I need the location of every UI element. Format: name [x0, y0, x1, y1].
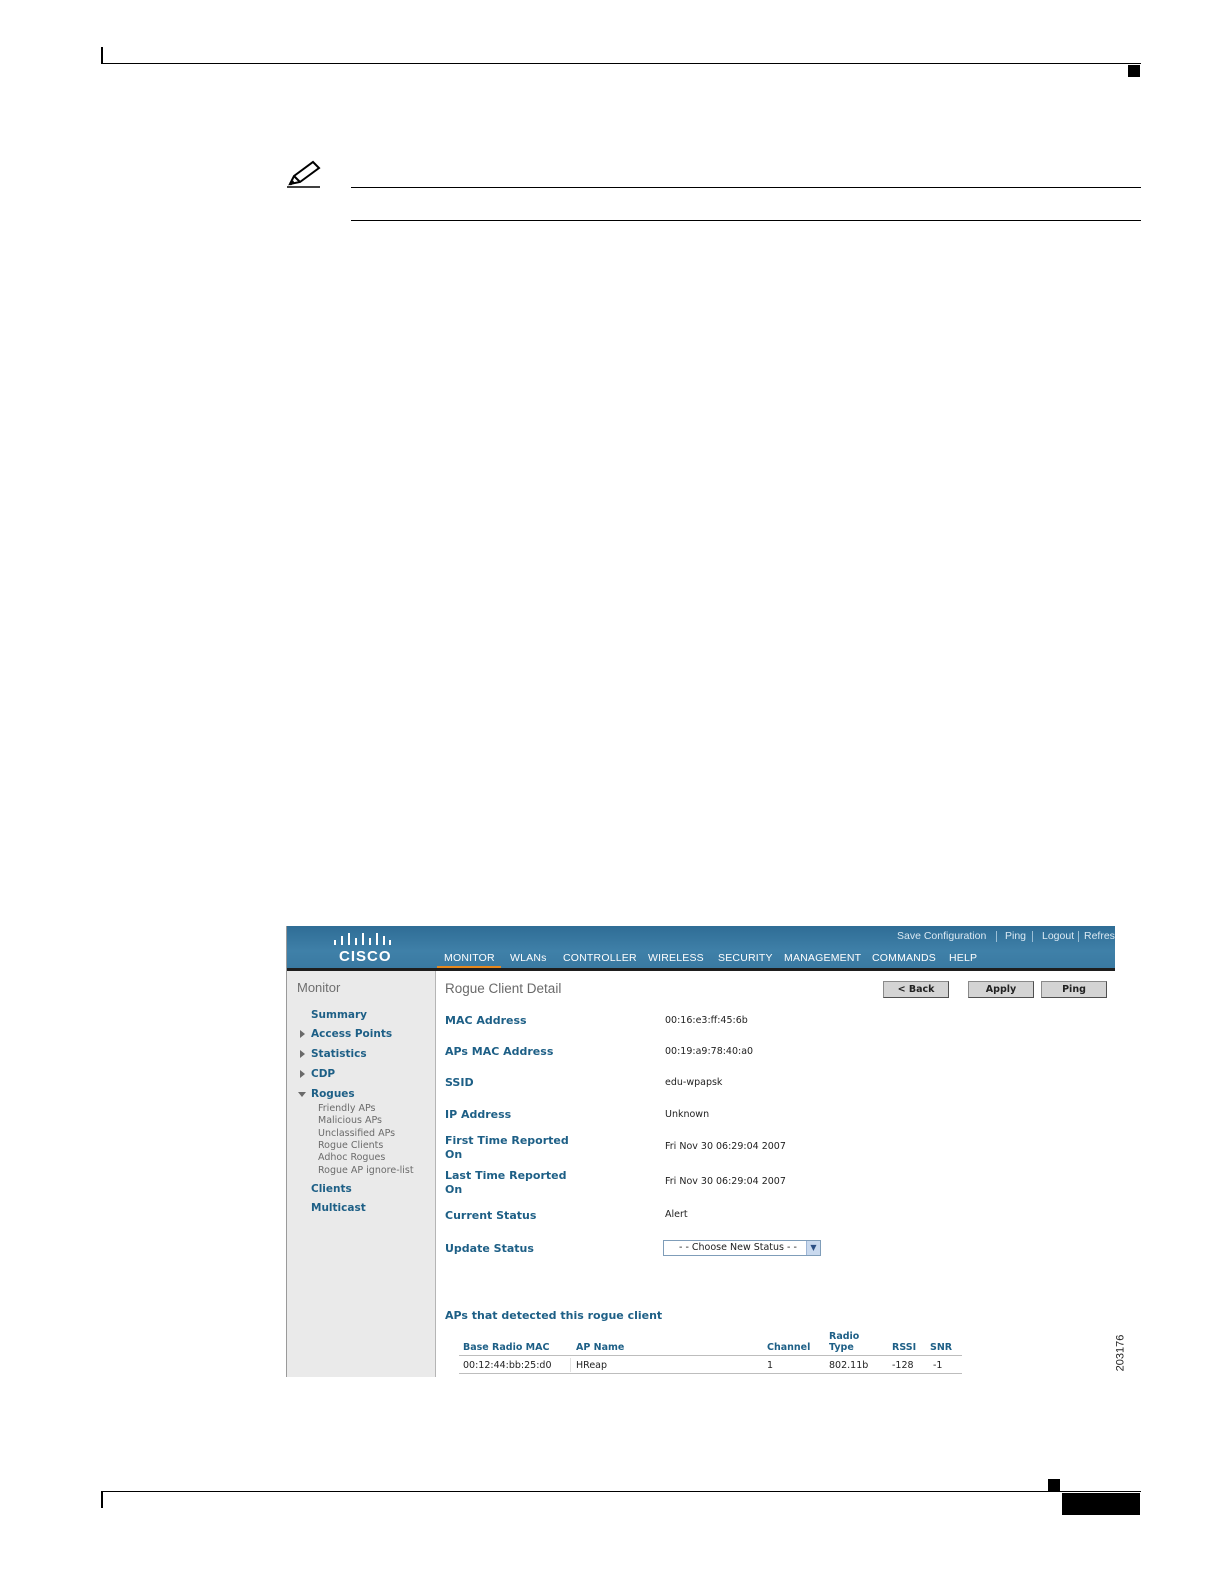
ip-address-value: Unknown [665, 1109, 710, 1120]
ssid-label: SSID [445, 1076, 474, 1089]
header-square [1128, 65, 1140, 77]
ping-button[interactable]: Ping [1041, 981, 1107, 998]
figure-id: 203176 [1114, 1333, 1131, 1377]
mac-address-label: MAC Address [445, 1014, 527, 1027]
current-status-label: Current Status [445, 1209, 537, 1222]
nav-wireless[interactable]: WIRELESS [648, 952, 704, 964]
table-row-rule [459, 1373, 962, 1374]
aps-mac-address-label: APs MAC Address [445, 1045, 554, 1058]
last-time-reported-value: Fri Nov 30 06:29:04 2007 [665, 1176, 786, 1187]
update-status-select[interactable]: - - Choose New Status - - ▼ [663, 1240, 821, 1256]
footer-rule [101, 1491, 1141, 1492]
footer-page-block [1062, 1493, 1140, 1515]
sidebar-subitem-rogue-ap-ignore-list[interactable]: Rogue AP ignore-list [318, 1165, 414, 1176]
table-cell-snr: -1 [933, 1360, 943, 1371]
table-header-radio: Radio [829, 1331, 860, 1342]
table-cell-ap-name: HReap [576, 1360, 608, 1371]
expand-arrow-icon[interactable] [300, 1050, 305, 1058]
footer-tick [101, 1491, 103, 1508]
table-header-rssi: RSSI [892, 1342, 917, 1353]
last-time-reported-label-line2: On [445, 1183, 463, 1196]
cisco-logo-icon [334, 933, 391, 945]
nav-controller[interactable]: CONTROLLER [563, 952, 637, 964]
chevron-down-icon[interactable]: ▼ [806, 1241, 820, 1255]
table-header-channel: Channel [767, 1342, 811, 1353]
table-cell-radio-type: 802.11b [829, 1360, 869, 1371]
first-time-reported-label-line2: On [445, 1148, 463, 1161]
table-cell-rssi: -128 [892, 1360, 914, 1371]
table-header-type: Type [829, 1342, 854, 1353]
aps-mac-address-value: 00:19:a9:78:40:a0 [665, 1046, 754, 1057]
sidebar-item-summary[interactable]: Summary [311, 1009, 367, 1021]
sidebar-item-access-points[interactable]: Access Points [311, 1028, 392, 1040]
sidebar-item-cdp[interactable]: CDP [311, 1068, 335, 1080]
sidebar-item-statistics[interactable]: Statistics [311, 1048, 367, 1060]
collapse-arrow-icon[interactable] [298, 1092, 306, 1097]
figure-id-text: 203176 [1114, 1334, 1127, 1372]
cisco-wordmark: CISCO [339, 948, 392, 965]
table-header-snr: SNR [930, 1342, 953, 1353]
nav-monitor[interactable]: MONITOR [444, 952, 495, 964]
header-tick [101, 47, 103, 64]
sidebar-item-clients[interactable]: Clients [311, 1183, 352, 1195]
table-header-base-radio-mac: Base Radio MAC [463, 1342, 550, 1353]
controller-screenshot: CISCO Save Configuration Ping Logout Ref… [286, 926, 1115, 1377]
sidebar-title: Monitor [297, 980, 341, 995]
update-status-label: Update Status [445, 1242, 534, 1255]
note-rule-top [351, 187, 1141, 188]
nav-security[interactable]: SECURITY [718, 952, 773, 964]
nav-commands[interactable]: COMMANDS [872, 952, 936, 964]
sidebar: Monitor Summary Access Points Statistics… [287, 971, 436, 1377]
top-banner: CISCO Save Configuration Ping Logout Ref… [287, 926, 1115, 970]
sidebar-subitem-malicious-aps[interactable]: Malicious APs [318, 1115, 382, 1126]
nav-management[interactable]: MANAGEMENT [784, 952, 861, 964]
logout-link[interactable]: Logout [1042, 930, 1074, 942]
first-time-reported-value: Fri Nov 30 06:29:04 2007 [665, 1141, 786, 1152]
table-header-rule [459, 1355, 962, 1356]
ping-link[interactable]: Ping [1005, 930, 1026, 942]
note-rule-bottom [351, 220, 1141, 221]
expand-arrow-icon[interactable] [300, 1030, 305, 1038]
table-column-separator [570, 1358, 571, 1372]
last-time-reported-label: Last Time Reported [445, 1169, 567, 1182]
aps-detected-heading: APs that detected this rogue client [445, 1309, 663, 1322]
top-link-separator [996, 931, 997, 942]
sidebar-item-rogues[interactable]: Rogues [311, 1088, 355, 1100]
footer-square [1048, 1479, 1060, 1491]
back-button[interactable]: < Back [883, 981, 949, 998]
sidebar-item-multicast[interactable]: Multicast [311, 1202, 366, 1214]
mac-address-value: 00:16:e3:ff:45:6b [665, 1015, 748, 1026]
top-link-separator [1032, 931, 1033, 942]
save-configuration-link[interactable]: Save Configuration [897, 930, 986, 942]
table-cell-channel: 1 [767, 1360, 774, 1371]
apply-button[interactable]: Apply [968, 981, 1034, 998]
top-link-separator [1078, 931, 1079, 942]
table-cell-base-radio-mac: 00:12:44:bb:25:d0 [463, 1360, 552, 1371]
nav-wlans[interactable]: WLANs [510, 952, 547, 964]
update-status-selected-value: - - Choose New Status - - [679, 1242, 797, 1253]
table-header-ap-name: AP Name [576, 1342, 625, 1353]
note-pencil-icon [287, 160, 321, 188]
first-time-reported-label: First Time Reported [445, 1134, 569, 1147]
page-title: Rogue Client Detail [445, 981, 562, 996]
sidebar-subitem-rogue-clients[interactable]: Rogue Clients [318, 1140, 383, 1151]
ip-address-label: IP Address [445, 1108, 512, 1121]
refresh-link[interactable]: Refres [1084, 930, 1115, 942]
sidebar-subitem-friendly-aps[interactable]: Friendly APs [318, 1103, 376, 1114]
ssid-value: edu-wpapsk [665, 1077, 723, 1088]
current-status-value: Alert [665, 1209, 688, 1220]
nav-help[interactable]: HELP [949, 952, 977, 964]
expand-arrow-icon[interactable] [300, 1070, 305, 1078]
sidebar-subitem-unclassified-aps[interactable]: Unclassified APs [318, 1128, 395, 1139]
header-rule [101, 63, 1141, 64]
sidebar-subitem-adhoc-rogues[interactable]: Adhoc Rogues [318, 1152, 385, 1163]
